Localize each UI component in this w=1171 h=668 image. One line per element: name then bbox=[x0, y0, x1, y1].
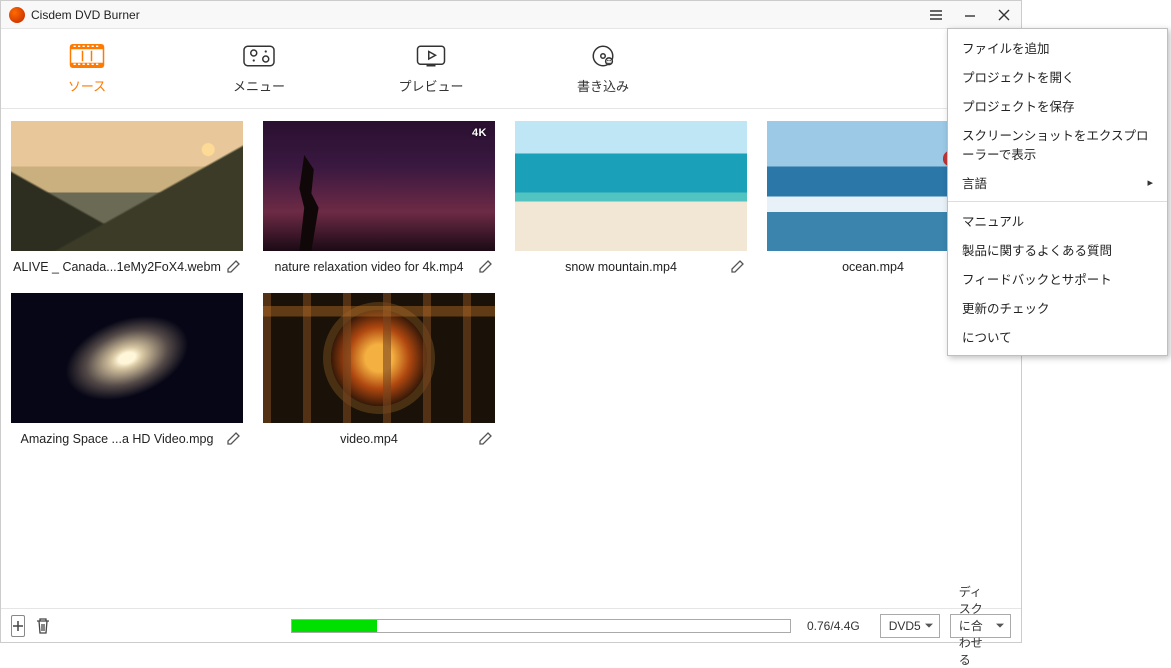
video-thumbnail[interactable] bbox=[11, 293, 243, 423]
menu-faq[interactable]: 製品に関するよくある質問 bbox=[948, 235, 1167, 264]
menu-about[interactable]: について bbox=[948, 322, 1167, 351]
tab-label: 書き込み bbox=[577, 76, 629, 95]
video-filename: video.mp4 bbox=[263, 432, 475, 446]
close-button[interactable] bbox=[987, 1, 1021, 29]
menu-feedback[interactable]: フィードバックとサポート bbox=[948, 264, 1167, 293]
video-thumbnail[interactable] bbox=[515, 121, 747, 251]
titlebar: Cisdem DVD Burner bbox=[1, 1, 1021, 29]
minimize-button[interactable] bbox=[953, 1, 987, 29]
hamburger-dropdown: ファイルを追加 プロジェクトを開く プロジェクトを保存 スクリーンショットをエク… bbox=[947, 28, 1168, 356]
video-item[interactable]: Amazing Space ...a HD Video.mpg bbox=[11, 293, 243, 447]
tab-bar: ソース メニュー プレビュー 書き込み bbox=[1, 29, 1021, 109]
app-title: Cisdem DVD Burner bbox=[31, 8, 140, 22]
video-filename: ALIVE _ Canada...1eMy2FoX4.webm bbox=[11, 260, 223, 274]
video-item[interactable]: video.mp4 bbox=[263, 293, 495, 447]
delete-button[interactable] bbox=[35, 615, 51, 637]
video-item[interactable]: 4K nature relaxation video for 4k.mp4 bbox=[263, 121, 495, 275]
video-filename: snow mountain.mp4 bbox=[515, 260, 727, 274]
video-filename: Amazing Space ...a HD Video.mpg bbox=[11, 432, 223, 446]
edit-icon[interactable] bbox=[475, 431, 495, 447]
menu-manual[interactable]: マニュアル bbox=[948, 206, 1167, 235]
status-bar: 0.76/4.4G DVD5 ディスクに合わせる bbox=[1, 608, 1021, 642]
tab-menu[interactable]: メニュー bbox=[173, 29, 345, 108]
source-content: ALIVE _ Canada...1eMy2FoX4.webm 4K nature … bbox=[1, 109, 1021, 608]
edit-icon[interactable] bbox=[223, 431, 243, 447]
tab-burn[interactable]: 書き込み bbox=[517, 29, 689, 108]
video-thumbnail[interactable] bbox=[11, 121, 243, 251]
menu-check-update[interactable]: 更新のチェック bbox=[948, 293, 1167, 322]
app-icon bbox=[9, 7, 25, 23]
menu-open-project[interactable]: プロジェクトを開く bbox=[948, 62, 1167, 91]
edit-icon[interactable] bbox=[475, 259, 495, 275]
menu-show-screenshot[interactable]: スクリーンショットをエクスプローラーで表示 bbox=[948, 120, 1167, 168]
tab-preview[interactable]: プレビュー bbox=[345, 29, 517, 108]
edit-icon[interactable] bbox=[223, 259, 243, 275]
edit-icon[interactable] bbox=[727, 259, 747, 275]
tab-label: プレビュー bbox=[398, 76, 463, 95]
video-item[interactable]: snow mountain.mp4 bbox=[515, 121, 747, 275]
video-filename: nature relaxation video for 4k.mp4 bbox=[263, 260, 475, 274]
menu-language[interactable]: 言語 bbox=[948, 168, 1167, 197]
fit-select[interactable]: ディスクに合わせる bbox=[950, 614, 1011, 638]
video-thumbnail[interactable] bbox=[263, 121, 495, 251]
menu-save-project[interactable]: プロジェクトを保存 bbox=[948, 91, 1167, 120]
video-item[interactable]: ALIVE _ Canada...1eMy2FoX4.webm bbox=[11, 121, 243, 275]
badge-4k: 4K bbox=[472, 127, 487, 139]
size-text: 0.76/4.4G bbox=[807, 619, 860, 633]
tab-label: メニュー bbox=[233, 76, 285, 95]
disc-type-select[interactable]: DVD5 bbox=[880, 614, 940, 638]
video-thumbnail[interactable] bbox=[263, 293, 495, 423]
size-progress bbox=[291, 619, 791, 633]
hamburger-menu-button[interactable] bbox=[919, 1, 953, 29]
app-window: Cisdem DVD Burner ソース メニュー プレビュー 書き込み bbox=[0, 0, 1022, 643]
tab-source[interactable]: ソース bbox=[1, 29, 173, 108]
tab-label: ソース bbox=[68, 76, 106, 95]
add-button[interactable] bbox=[11, 615, 25, 637]
menu-add-file[interactable]: ファイルを追加 bbox=[948, 33, 1167, 62]
